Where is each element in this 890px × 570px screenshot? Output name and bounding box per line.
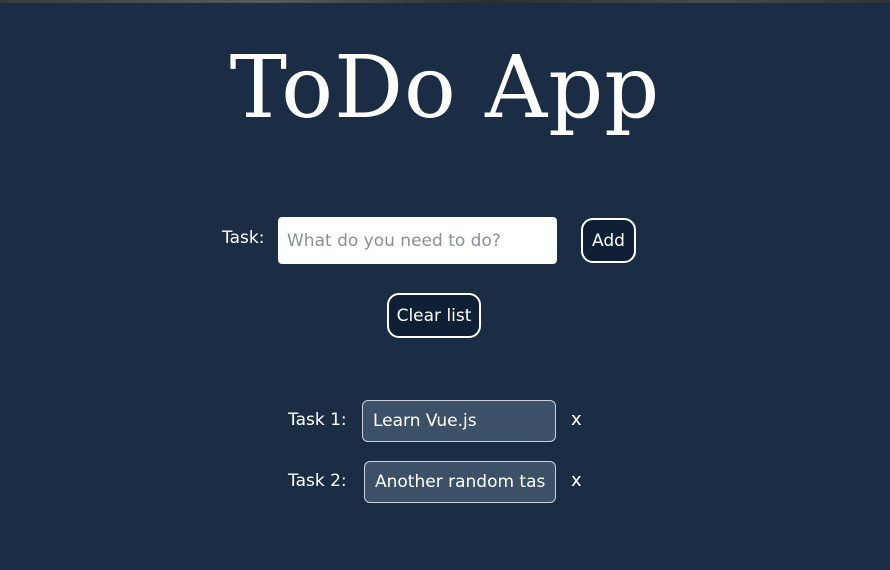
- new-task-input[interactable]: [278, 217, 557, 264]
- task-input-1[interactable]: [362, 400, 556, 442]
- remove-task-button[interactable]: x: [571, 470, 582, 491]
- task-row-label: Task 2:: [288, 471, 347, 491]
- remove-task-button[interactable]: x: [571, 409, 582, 430]
- task-label: Task:: [222, 228, 265, 248]
- task-input-2[interactable]: [364, 461, 556, 503]
- clear-list-button[interactable]: Clear list: [387, 293, 481, 338]
- add-button[interactable]: Add: [581, 218, 636, 263]
- task-row-label: Task 1:: [288, 410, 347, 430]
- app-title: ToDo App: [229, 38, 661, 138]
- window-top-strip: [0, 0, 890, 3]
- todo-app: ToDo App Task: Add Clear list Task 1: x …: [0, 0, 890, 570]
